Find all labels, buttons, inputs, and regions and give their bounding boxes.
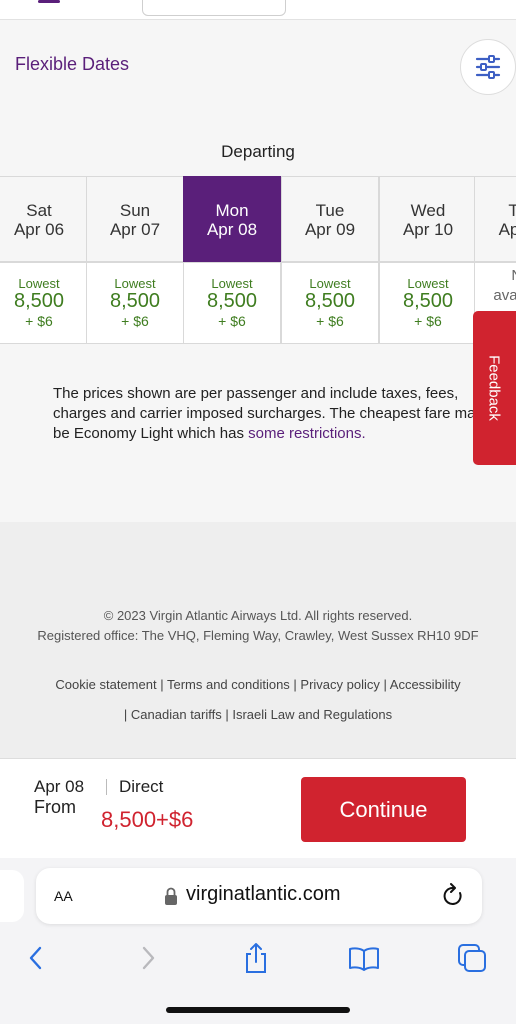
- price-fee: + $6: [316, 313, 344, 329]
- footer-link-israeli-law[interactable]: Israeli Law and Regulations: [232, 707, 392, 722]
- date-row: Sat Apr 06 Sun Apr 07 Mon Apr 08 Tue Apr…: [0, 176, 516, 262]
- date-label: Apr 10: [402, 220, 454, 239]
- url-text: virginatlantic.com: [186, 883, 341, 905]
- from-label: From: [34, 797, 76, 817]
- date-cell[interactable]: Sun Apr 07: [86, 176, 184, 262]
- footer-link-accessibility[interactable]: Accessibility: [390, 677, 461, 692]
- reader-settings-button[interactable]: AA: [54, 885, 73, 907]
- continue-button[interactable]: Continue: [301, 777, 466, 842]
- price-cell[interactable]: Lowest 8,500 + $6: [86, 262, 184, 344]
- lowest-label: Lowest: [309, 276, 351, 291]
- day-label: Wed: [410, 201, 446, 220]
- share-icon[interactable]: [236, 938, 276, 978]
- date-cell[interactable]: Tue Apr 09: [281, 176, 379, 262]
- copyright-text: © 2023 Virgin Atlantic Airways Ltd. All …: [103, 608, 413, 623]
- day-label: Sun: [119, 201, 151, 220]
- top-bar: [0, 0, 516, 20]
- day-label: Thu: [508, 201, 516, 220]
- day-label: Sat: [26, 201, 52, 220]
- price-amount: 8,500: [402, 290, 454, 312]
- price-fee: + $6: [218, 313, 246, 329]
- divider: [106, 779, 107, 795]
- lowest-label: Lowest: [407, 276, 449, 291]
- browser-toolbar: AA virginatlantic.com: [0, 858, 516, 1024]
- menu-icon[interactable]: [38, 0, 60, 3]
- feedback-tab[interactable]: Feedback: [473, 311, 516, 465]
- reload-icon[interactable]: [440, 882, 466, 910]
- price-cell[interactable]: Lowest 8,500 + $6: [0, 262, 88, 344]
- footer-link-canadian-tariffs[interactable]: Canadian tariffs: [131, 707, 222, 722]
- date-cell[interactable]: Wed Apr 10: [379, 176, 477, 262]
- previous-tab-preview[interactable]: [0, 870, 24, 922]
- registered-office-text: Registered office: The VHQ, Fleming Way,…: [37, 628, 479, 643]
- date-label: Apr 06: [13, 220, 65, 239]
- date-cell[interactable]: Thu Apr 11: [474, 176, 516, 262]
- footer-link-terms[interactable]: Terms and conditions: [167, 677, 290, 692]
- footer-legal: © 2023 Virgin Atlantic Airways Ltd. All …: [0, 606, 516, 646]
- filter-icon: [475, 55, 501, 79]
- restrictions-link[interactable]: some restrictions: [248, 425, 361, 442]
- filter-button[interactable]: [460, 39, 516, 95]
- footer-links: Cookie statement | Terms and conditions …: [55, 677, 461, 722]
- browser-nav-row: [0, 938, 516, 978]
- note-end: .: [361, 425, 366, 442]
- lock-icon: [165, 887, 177, 905]
- footer: © 2023 Virgin Atlantic Airways Ltd. All …: [0, 522, 516, 758]
- back-icon[interactable]: [16, 938, 56, 978]
- date-cell-selected[interactable]: Mon Apr 08: [183, 176, 281, 262]
- price-note: The prices shown are per passenger and i…: [53, 384, 483, 444]
- date-label: Apr 11: [498, 220, 516, 239]
- day-label: Tue: [315, 201, 345, 220]
- date-label: Apr 09: [304, 220, 356, 239]
- departing-heading: Departing: [221, 142, 295, 161]
- flight-type: Direct: [119, 777, 164, 796]
- home-indicator: [166, 1007, 350, 1013]
- price-amount: 8,500: [206, 290, 258, 312]
- selected-date: Apr 08: [34, 777, 85, 796]
- footer-link-cookie[interactable]: Cookie statement: [55, 677, 156, 692]
- available-label: available: [493, 287, 516, 304]
- price-fee: + $6: [414, 313, 442, 329]
- lowest-label: Lowest: [211, 276, 253, 291]
- price-fee: + $6: [25, 313, 53, 329]
- price-row: Lowest 8,500 + $6 Lowest 8,500 + $6 Lowe…: [0, 262, 516, 344]
- price-amount: 8,500: [304, 290, 356, 312]
- date-label: Apr 08: [206, 220, 258, 239]
- price-fee: + $6: [121, 313, 149, 329]
- date-label: Apr 07: [109, 220, 161, 239]
- booking-summary-bar: Apr 08 Direct From 8,500+$6 Continue: [0, 758, 516, 858]
- top-input-field[interactable]: [142, 0, 286, 16]
- total-price: 8,500+$6: [101, 807, 194, 832]
- address-bar[interactable]: AA virginatlantic.com: [36, 868, 482, 924]
- price-cell[interactable]: Lowest 8,500 + $6: [379, 262, 477, 344]
- price-amount: 8,500: [109, 290, 161, 312]
- forward-icon[interactable]: [128, 938, 168, 978]
- day-label: Mon: [215, 201, 249, 220]
- price-amount: 8,500: [13, 290, 65, 312]
- date-cell[interactable]: Sat Apr 06: [0, 176, 88, 262]
- price-cell[interactable]: Lowest 8,500 + $6: [281, 262, 379, 344]
- tabs-icon[interactable]: [452, 938, 492, 978]
- lowest-label: Lowest: [18, 276, 60, 291]
- page-title: Flexible Dates: [15, 54, 130, 74]
- feedback-label: Feedback: [485, 355, 503, 421]
- footer-link-privacy[interactable]: Privacy policy: [300, 677, 379, 692]
- aa-label: AA: [54, 888, 73, 904]
- not-label: Not: [475, 263, 516, 286]
- bookmarks-icon[interactable]: [344, 938, 384, 978]
- price-cell[interactable]: Lowest 8,500 + $6: [183, 262, 281, 344]
- lowest-label: Lowest: [114, 276, 156, 291]
